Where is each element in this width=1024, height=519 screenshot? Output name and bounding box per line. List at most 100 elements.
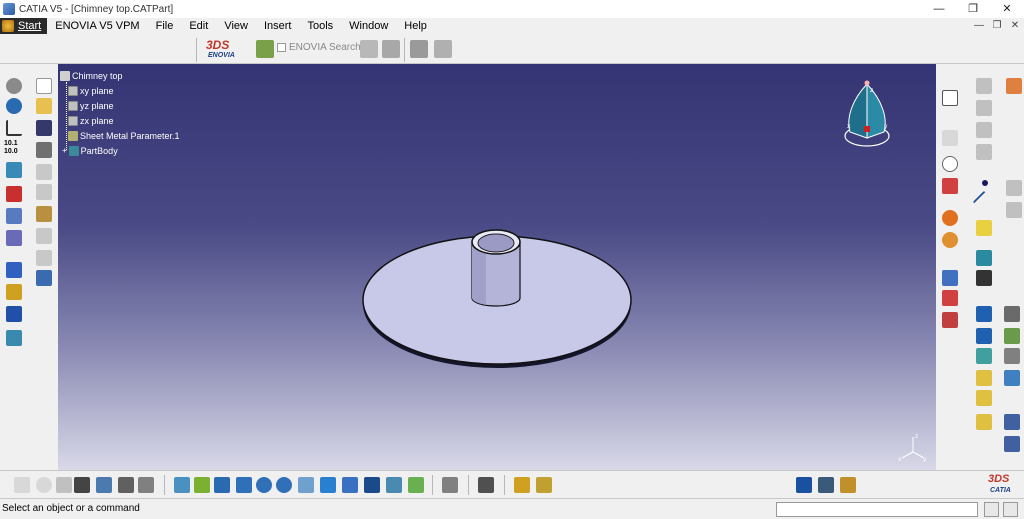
user-pattern-icon[interactable] bbox=[942, 312, 958, 328]
menu-edit[interactable]: Edit bbox=[189, 20, 208, 32]
revolve-surface-icon[interactable] bbox=[976, 144, 992, 160]
enovia-save-icon[interactable] bbox=[360, 40, 378, 58]
compass-top-knob[interactable] bbox=[864, 80, 870, 86]
tree-item-yz-plane[interactable]: yz plane bbox=[60, 98, 180, 113]
measure-icon[interactable]: 10.1 10.0 bbox=[4, 140, 18, 156]
enovia-sync-icon[interactable] bbox=[410, 40, 428, 58]
knowledge-icon[interactable] bbox=[6, 98, 22, 114]
stamp-icon[interactable] bbox=[976, 250, 992, 266]
pan-icon[interactable] bbox=[214, 477, 230, 493]
normal-view-icon[interactable] bbox=[298, 477, 314, 493]
open-folder-icon[interactable] bbox=[36, 98, 52, 114]
table-icon[interactable] bbox=[74, 477, 90, 493]
power-input-field[interactable] bbox=[776, 502, 978, 517]
enovia-open-icon[interactable] bbox=[382, 40, 400, 58]
redo-icon[interactable] bbox=[36, 250, 52, 266]
surface-stamp-icon[interactable] bbox=[976, 306, 992, 322]
hole-icon[interactable] bbox=[942, 232, 958, 248]
point-icon[interactable] bbox=[982, 180, 988, 186]
minimize-button[interactable]: — bbox=[922, 0, 956, 18]
body-icon[interactable] bbox=[6, 208, 22, 224]
unfold-icon[interactable] bbox=[6, 330, 22, 346]
enovia-refresh-icon[interactable] bbox=[434, 40, 452, 58]
undo-icon[interactable] bbox=[36, 228, 52, 244]
offset-icon[interactable] bbox=[976, 100, 992, 116]
louver-icon[interactable] bbox=[976, 370, 992, 386]
update-icon[interactable] bbox=[442, 477, 458, 493]
surface-icon[interactable] bbox=[976, 78, 992, 94]
compass-handle[interactable] bbox=[864, 126, 870, 132]
tree-item-zx-plane[interactable]: zx plane bbox=[60, 113, 180, 128]
cutout-icon[interactable] bbox=[942, 210, 958, 226]
material-library-icon[interactable] bbox=[536, 477, 552, 493]
abc-tag-icon[interactable] bbox=[942, 130, 958, 146]
camera-icon[interactable] bbox=[478, 477, 494, 493]
select-arrow-icon[interactable] bbox=[1006, 78, 1022, 94]
close-button[interactable]: ✕ bbox=[990, 0, 1024, 18]
lock-icon[interactable] bbox=[56, 477, 72, 493]
bottle-icon[interactable] bbox=[840, 477, 856, 493]
whats-this-help-icon[interactable] bbox=[36, 270, 52, 286]
doc-restore-button[interactable]: ❐ bbox=[988, 18, 1006, 34]
bead-icon[interactable] bbox=[976, 328, 992, 344]
menu-tools[interactable]: Tools bbox=[307, 20, 333, 32]
rotate-icon[interactable] bbox=[236, 477, 252, 493]
fold-icon[interactable] bbox=[976, 414, 992, 430]
select-sheet-icon[interactable] bbox=[796, 477, 812, 493]
sketcher-icon[interactable] bbox=[942, 90, 958, 106]
zoom-out-icon[interactable] bbox=[276, 477, 292, 493]
extrude-surface-icon[interactable] bbox=[976, 122, 992, 138]
zoom-in-icon[interactable] bbox=[256, 477, 272, 493]
line-icon[interactable] bbox=[972, 190, 996, 214]
tree-item-xy-plane[interactable]: xy plane bbox=[60, 83, 180, 98]
bridge-icon[interactable] bbox=[976, 390, 992, 406]
measure-item-icon[interactable] bbox=[942, 178, 958, 194]
grid-icon[interactable] bbox=[1006, 180, 1022, 196]
bend-icon[interactable] bbox=[6, 306, 22, 322]
fit-all-icon[interactable] bbox=[194, 477, 210, 493]
cut-icon[interactable] bbox=[36, 164, 52, 180]
enovia-connect-icon[interactable] bbox=[256, 40, 274, 58]
print-icon[interactable] bbox=[36, 142, 52, 158]
menu-help[interactable]: Help bbox=[404, 20, 427, 32]
hide-show-icon[interactable] bbox=[118, 477, 134, 493]
curve-stamp-icon[interactable] bbox=[1004, 328, 1020, 344]
menu-file[interactable]: File bbox=[156, 20, 174, 32]
tree-item-sheet-metal-parameter[interactable]: Sheet Metal Parameter.1 bbox=[60, 128, 180, 143]
stiffening-rib-icon[interactable] bbox=[1004, 370, 1020, 386]
compass[interactable]: x y z bbox=[840, 78, 894, 152]
constraint-icon[interactable] bbox=[6, 186, 22, 202]
wall-icon[interactable] bbox=[6, 262, 22, 278]
circular-pattern-icon[interactable] bbox=[942, 290, 958, 306]
multi-view-icon[interactable] bbox=[320, 477, 336, 493]
flanged-cutout-icon[interactable] bbox=[976, 348, 992, 364]
comment-icon[interactable] bbox=[36, 477, 52, 493]
swap-visible-space-icon[interactable] bbox=[408, 477, 424, 493]
chimney-part-geometry[interactable] bbox=[358, 224, 638, 376]
save-sheet-icon[interactable] bbox=[976, 270, 992, 286]
corner-relief-icon[interactable] bbox=[1004, 436, 1020, 452]
tree-item-partbody[interactable]: + PartBody bbox=[60, 143, 180, 158]
paste-icon[interactable] bbox=[36, 206, 52, 222]
snap-icon[interactable] bbox=[1006, 202, 1022, 218]
doc-close-button[interactable]: ✕ bbox=[1006, 18, 1024, 34]
formula-icon[interactable] bbox=[14, 477, 30, 493]
eraser-icon[interactable] bbox=[6, 230, 22, 246]
tree-root[interactable]: Chimney top bbox=[60, 68, 180, 83]
rib-icon[interactable] bbox=[1004, 306, 1020, 322]
publication-icon[interactable] bbox=[138, 477, 154, 493]
menu-view[interactable]: View bbox=[224, 20, 248, 32]
save-icon[interactable] bbox=[36, 120, 52, 136]
view-mode-icon[interactable] bbox=[818, 477, 834, 493]
enovia-logo[interactable]: 3DS ENOVIA bbox=[206, 38, 246, 62]
circular-stamp-icon[interactable] bbox=[1004, 348, 1020, 364]
expand-icon[interactable]: + bbox=[62, 146, 67, 155]
enovia-search[interactable]: ENOVIA Search... bbox=[274, 42, 369, 53]
menu-window[interactable]: Window bbox=[349, 20, 388, 32]
shading-icon[interactable] bbox=[364, 477, 380, 493]
rectangular-pattern-icon[interactable] bbox=[942, 270, 958, 286]
undo-history-icon[interactable] bbox=[6, 78, 22, 94]
doc-minimize-button[interactable]: — bbox=[970, 18, 988, 34]
isometric-view-icon[interactable] bbox=[342, 477, 358, 493]
new-document-icon[interactable] bbox=[36, 78, 52, 94]
